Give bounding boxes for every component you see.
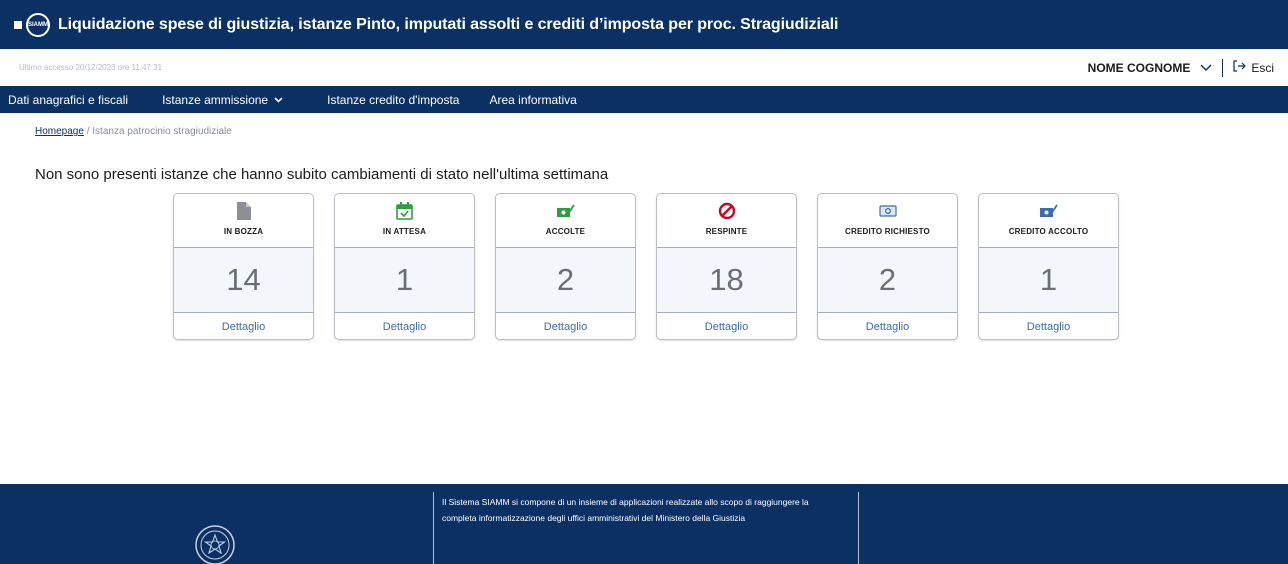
money-check-icon bbox=[556, 202, 576, 220]
card-count: 2 bbox=[878, 262, 897, 297]
breadcrumb: Homepage / Istanza patrocinio stragiudiz… bbox=[35, 126, 232, 137]
app-title: Liquidazione spese di giustizia, istanze… bbox=[58, 15, 839, 33]
footer-divider-left bbox=[433, 492, 434, 564]
card-header: IN BOZZA bbox=[174, 194, 313, 247]
chevron-down-icon bbox=[274, 95, 283, 105]
card-count-box: 2 bbox=[496, 247, 635, 313]
user-area: NOME COGNOME Esci bbox=[1088, 58, 1274, 77]
card-credito-richiesto: CREDITO RICHIESTO 2 Dettaglio bbox=[817, 193, 958, 340]
card-count: 14 bbox=[226, 262, 261, 297]
user-bar: Ultimo accesso 20/12/2023 ore 11:47:31 N… bbox=[0, 49, 1288, 86]
user-separator bbox=[1222, 58, 1224, 77]
nav-item-label: Dati anagrafici e fiscali bbox=[8, 92, 129, 107]
card-header: CREDITO RICHIESTO bbox=[818, 194, 957, 247]
logout-label: Esci bbox=[1251, 60, 1274, 75]
nav-item-istanze-credito[interactable]: Istanze credito d'imposta bbox=[327, 93, 459, 107]
card-detail-link[interactable]: Dettaglio bbox=[657, 313, 796, 340]
status-notice: Non sono presenti istanze che hanno subi… bbox=[35, 166, 609, 183]
user-name[interactable]: NOME COGNOME bbox=[1088, 61, 1191, 75]
card-count: 2 bbox=[556, 262, 575, 297]
card-in-bozza: IN BOZZA 14 Dettaglio bbox=[173, 193, 314, 340]
card-count-box: 1 bbox=[335, 247, 474, 313]
card-detail-link[interactable]: Dettaglio bbox=[818, 313, 957, 340]
card-detail-link[interactable]: Dettaglio bbox=[979, 313, 1118, 340]
nav-item-label: Istanze credito d'imposta bbox=[327, 92, 460, 107]
footer-divider-right bbox=[858, 492, 859, 564]
app-header: SIAMM Liquidazione spese di giustizia, i… bbox=[0, 0, 1288, 49]
status-cards: IN BOZZA 14 Dettaglio IN ATTESA 1 Dettag… bbox=[173, 193, 1119, 340]
card-in-attesa: IN ATTESA 1 Dettaglio bbox=[334, 193, 475, 340]
card-header: RESPINTE bbox=[657, 194, 796, 247]
card-count-box: 18 bbox=[657, 247, 796, 313]
card-header: CREDITO ACCOLTO bbox=[979, 194, 1118, 247]
card-accolte: ACCOLTE 2 Dettaglio bbox=[495, 193, 636, 340]
nav-item-istanze-ammissione[interactable]: Istanze ammissione bbox=[162, 93, 283, 107]
card-label: RESPINTE bbox=[705, 227, 748, 236]
card-header: IN ATTESA bbox=[335, 194, 474, 247]
card-label: IN ATTESA bbox=[382, 227, 427, 236]
card-label: IN BOZZA bbox=[223, 227, 264, 236]
document-icon bbox=[234, 202, 254, 220]
logo-circle: SIAMM bbox=[26, 12, 50, 37]
last-access-text: Ultimo accesso 20/12/2023 ore 11:47:31 bbox=[19, 63, 163, 72]
logout-button[interactable]: Esci bbox=[1233, 60, 1274, 75]
card-label: ACCOLTE bbox=[545, 227, 586, 236]
breadcrumb-separator: / bbox=[83, 126, 93, 137]
card-count: 1 bbox=[1039, 262, 1058, 297]
nav-item-dati-anagrafici[interactable]: Dati anagrafici e fiscali bbox=[8, 93, 128, 107]
calendar-check-icon bbox=[395, 202, 415, 220]
nav-item-label: Istanze ammissione bbox=[162, 92, 269, 107]
banknote-icon bbox=[878, 202, 898, 220]
card-count-box: 14 bbox=[174, 247, 313, 313]
republic-emblem-icon bbox=[193, 515, 237, 564]
card-count-box: 2 bbox=[818, 247, 957, 313]
card-credito-accolto: CREDITO ACCOLTO 1 Dettaglio bbox=[978, 193, 1119, 340]
card-count-box: 1 bbox=[979, 247, 1118, 313]
nav-item-label: Area informativa bbox=[489, 92, 577, 107]
card-detail-link[interactable]: Dettaglio bbox=[335, 313, 474, 340]
siamm-logo[interactable]: SIAMM bbox=[14, 12, 50, 37]
card-count: 18 bbox=[709, 262, 744, 297]
breadcrumb-current: Istanza patrocinio stragiudiziale bbox=[92, 126, 232, 137]
chevron-down-icon[interactable] bbox=[1200, 61, 1212, 75]
breadcrumb-home-link[interactable]: Homepage bbox=[35, 126, 84, 137]
card-label: CREDITO ACCOLTO bbox=[1008, 227, 1089, 236]
card-label: CREDITO RICHIESTO bbox=[845, 227, 930, 236]
nav-item-area-informativa[interactable]: Area informativa bbox=[489, 93, 576, 107]
footer-text: Il Sistema SIAMM si compone di un insiem… bbox=[442, 497, 809, 523]
logout-icon bbox=[1233, 60, 1247, 75]
ban-icon bbox=[717, 202, 737, 220]
money-check-blue-icon bbox=[1039, 202, 1059, 220]
card-detail-link[interactable]: Dettaglio bbox=[174, 313, 313, 340]
card-detail-link[interactable]: Dettaglio bbox=[496, 313, 635, 340]
logo-square bbox=[14, 20, 22, 29]
card-count: 1 bbox=[395, 262, 414, 297]
logo-text: SIAMM bbox=[28, 21, 48, 28]
card-respinte: RESPINTE 18 Dettaglio bbox=[656, 193, 797, 340]
main-nav: Dati anagrafici e fiscali Istanze ammiss… bbox=[0, 86, 1288, 113]
card-header: ACCOLTE bbox=[496, 194, 635, 247]
